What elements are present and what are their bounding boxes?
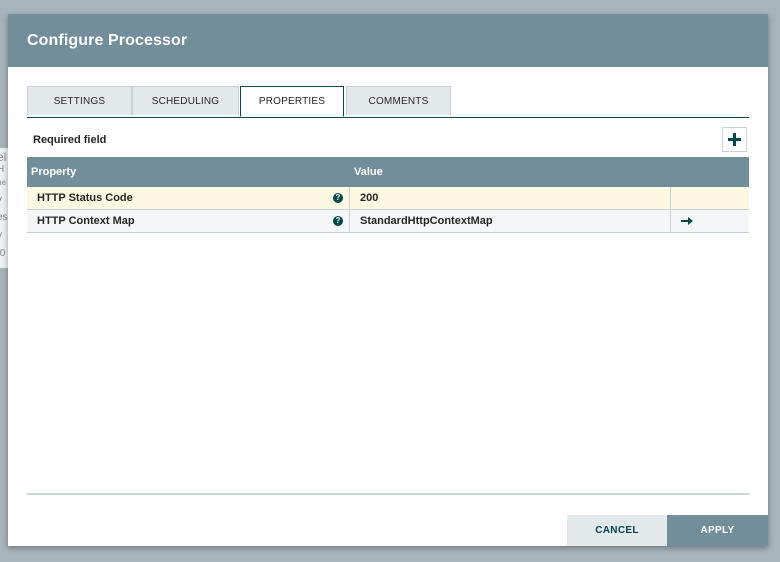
property-name-cell: HTTP Context Map ? <box>27 210 350 232</box>
required-field-label: Required field <box>33 134 107 146</box>
apply-button[interactable]: APPLY <box>667 515 768 546</box>
table-row[interactable]: HTTP Context Map ? StandardHttpContextMa… <box>27 210 749 233</box>
property-value: 200 <box>360 192 379 204</box>
background-text: el <box>0 150 7 164</box>
configure-processor-dialog: Configure Processor SETTINGS SCHEDULING … <box>8 14 768 546</box>
dialog-title: Configure Processor <box>27 31 188 49</box>
property-value: StandardHttpContextMap <box>360 215 493 227</box>
add-property-button[interactable] <box>722 127 747 152</box>
dialog-header: Configure Processor <box>8 14 768 67</box>
background-text: es <box>0 212 8 223</box>
plus-icon <box>728 133 741 146</box>
properties-table: Property Value HTTP Status Code ? 200 HT… <box>27 157 749 233</box>
background-text: H <box>0 164 5 175</box>
property-value-cell[interactable]: StandardHttpContextMap <box>350 210 671 232</box>
background-text: y <box>0 194 2 205</box>
help-icon[interactable]: ? <box>333 216 343 226</box>
table-header: Property Value <box>27 157 749 187</box>
tab-comments[interactable]: COMMENTS <box>346 86 451 115</box>
property-name: HTTP Status Code <box>37 192 133 204</box>
background-text: y <box>0 230 2 241</box>
property-name: HTTP Context Map <box>37 215 135 227</box>
table-row[interactable]: HTTP Status Code ? 200 <box>27 187 749 210</box>
tab-scheduling[interactable]: SCHEDULING <box>132 86 239 115</box>
property-value-cell[interactable]: 200 <box>350 187 671 209</box>
tab-settings[interactable]: SETTINGS <box>27 86 132 115</box>
property-actions-cell <box>671 187 749 209</box>
property-actions-cell <box>671 210 749 232</box>
tab-bar: SETTINGS SCHEDULING PROPERTIES COMMENTS <box>27 86 749 118</box>
arrow-right-icon[interactable] <box>681 217 693 225</box>
tab-properties[interactable]: PROPERTIES <box>240 86 344 117</box>
column-header-value: Value <box>354 166 383 178</box>
background-text: he <box>0 178 6 187</box>
footer-divider <box>27 493 749 495</box>
help-icon[interactable]: ? <box>333 193 343 203</box>
cancel-button[interactable]: CANCEL <box>567 515 667 546</box>
column-header-property: Property <box>31 166 77 178</box>
background-text: :0 <box>0 248 6 259</box>
property-name-cell: HTTP Status Code ? <box>27 187 350 209</box>
